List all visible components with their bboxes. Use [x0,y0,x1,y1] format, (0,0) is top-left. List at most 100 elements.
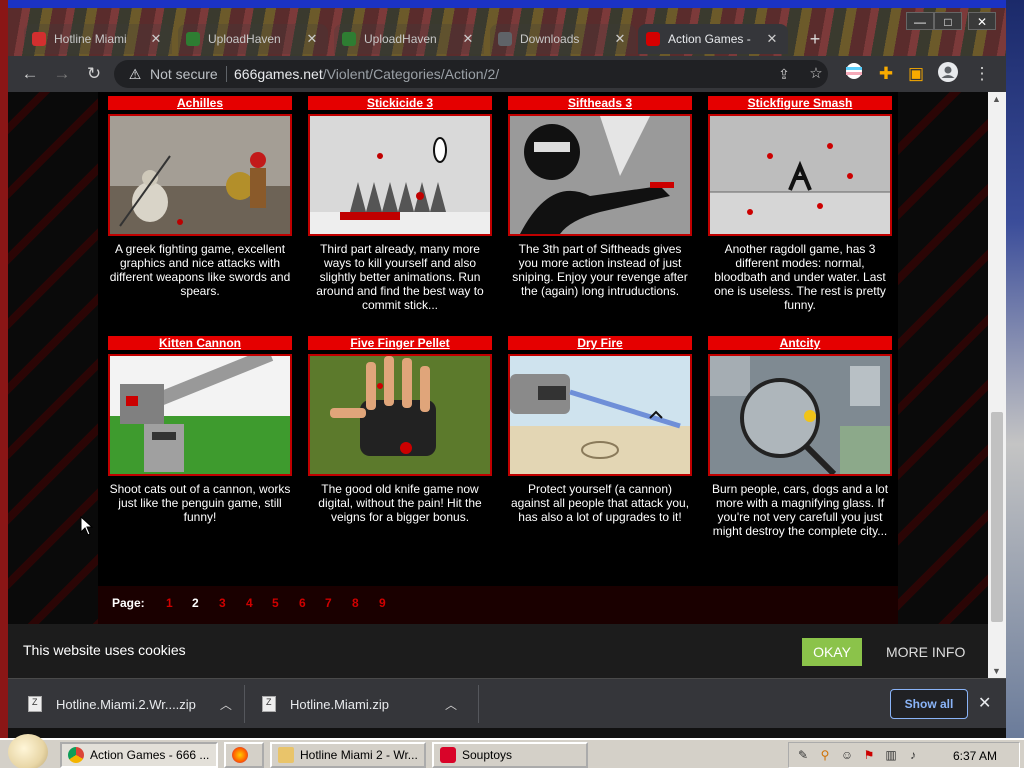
tab-uploadhaven-2[interactable]: UploadHaven ✕ [334,24,484,54]
address-bar[interactable]: ⚠ Not secure 666games.net/Violent/Catego… [114,60,828,88]
game-thumbnail-siftheads-3[interactable] [508,114,692,236]
uploadhaven-favicon-icon [342,32,356,46]
side-panel-icon[interactable]: ▣ [904,62,928,86]
downloads-bar: Hotline.Miami.2.Wr....zip ︿ Hotline.Miam… [8,678,1006,728]
tray-network-icon[interactable]: ▥ [883,747,899,763]
page-link-5[interactable]: 5 [272,596,279,610]
page-link-7[interactable]: 7 [325,596,332,610]
game-title-link[interactable]: Stickicide 3 [308,96,492,110]
forward-arrow-icon[interactable]: → [50,62,74,86]
taskbar-button-chrome[interactable]: Action Games - 666 ... [60,742,218,768]
tab-strip: Hotline Miami ✕ UploadHaven ✕ UploadHave… [8,8,1006,56]
tray-app-icon[interactable]: ✎ [795,747,811,763]
tray-search-icon[interactable]: ⚲ [817,747,833,763]
close-tab-icon[interactable]: ✕ [148,31,164,47]
tab-uploadhaven-1[interactable]: UploadHaven ✕ [178,24,328,54]
game-card-achilles: Achilles A greek fighting game, excellen… [108,96,292,298]
taskbar-button-label: Hotline Miami 2 - Wr... [300,748,418,762]
game-description: Another ragdoll game, has 3 different mo… [714,242,886,312]
game-thumbnail-stickicide-3[interactable] [308,114,492,236]
page-link-8[interactable]: 8 [352,596,359,610]
game-title-link[interactable]: Kitten Cannon [108,336,292,350]
page-scrollbar[interactable]: ▲ ▼ [988,92,1006,678]
not-secure-label[interactable]: Not secure [150,66,218,82]
page-link-1[interactable]: 1 [166,596,173,610]
tab-title: Action Games - [668,32,751,46]
reload-icon[interactable]: ↻ [82,62,106,86]
game-thumbnail-achilles[interactable] [108,114,292,236]
start-button[interactable] [8,734,48,768]
close-window-button[interactable]: ✕ [968,12,996,30]
game-title-link[interactable]: Achilles [108,96,292,110]
game-thumbnail-kitten-cannon[interactable] [108,354,292,476]
browser-window: Hotline Miami ✕ UploadHaven ✕ UploadHave… [8,8,1006,728]
tab-title: UploadHaven [208,32,281,46]
more-menu-icon[interactable]: ⋮ [970,62,994,86]
close-tab-icon[interactable]: ✕ [304,31,320,47]
download-item[interactable]: Hotline.Miami.2.Wr....zip ︿ [28,691,232,717]
close-tab-icon[interactable]: ✕ [764,31,780,47]
game-thumbnail-five-finger-pellet[interactable] [308,354,492,476]
share-icon[interactable]: ⇪ [772,62,796,86]
windows-taskbar: Action Games - 666 ... Hotline Miami 2 -… [0,734,1024,768]
system-tray: ✎ ⚲ ☺ ⚑ ▥ ♪ 6:37 AM [788,742,1020,768]
tab-hotline-miami[interactable]: Hotline Miami ✕ [24,24,172,54]
bookmark-star-icon[interactable]: ☆ [804,62,828,86]
666games-favicon-icon [646,32,660,46]
show-all-downloads-button[interactable]: Show all [890,689,968,719]
warning-triangle-icon[interactable]: ⚠ [126,65,144,83]
download-filename: Hotline.Miami.zip [290,696,389,712]
cookie-okay-button[interactable]: OKAY [802,638,862,666]
tray-smiley-icon[interactable]: ☺ [839,747,855,763]
game-card-kitten-cannon: Kitten Cannon Shoot cats out of a cannon… [108,336,292,524]
new-tab-button[interactable]: + [804,28,826,50]
game-title-link[interactable]: Dry Fire [508,336,692,350]
puzzle-extensions-icon[interactable]: ✚ [874,62,898,86]
taskbar-button-firefox[interactable] [224,742,264,768]
tab-downloads[interactable]: Downloads ✕ [490,24,636,54]
tray-volume-icon[interactable]: ♪ [905,747,921,763]
url-text[interactable]: 666games.net/Violent/Categories/Action/2… [234,66,499,82]
game-card-siftheads-3: Siftheads 3 The 3th part of Siftheads gi… [508,96,692,298]
chevron-up-icon[interactable]: ︿ [220,696,232,713]
minimize-icon: — [914,15,926,29]
chevron-up-icon[interactable]: ︿ [445,696,457,713]
zip-file-icon [262,696,276,712]
close-downloads-bar-icon[interactable]: ✕ [978,693,991,713]
game-thumbnail-stickfigure-smash[interactable] [708,114,892,236]
souptoys-icon [440,747,456,763]
taskbar-button-explorer[interactable]: Hotline Miami 2 - Wr... [270,742,426,768]
taskbar-clock[interactable]: 6:37 AM [953,749,997,763]
download-item[interactable]: Hotline.Miami.zip ︿ [262,691,457,717]
page-link-3[interactable]: 3 [219,596,226,610]
page-link-6[interactable]: 6 [299,596,306,610]
close-tab-icon[interactable]: ✕ [460,31,476,47]
scrollbar-thumb[interactable] [991,412,1003,622]
game-description: Third part already, many more ways to ki… [316,242,484,312]
profile-avatar-icon[interactable] [936,62,960,86]
back-arrow-icon[interactable]: ← [18,62,42,86]
url-path: /Violent/Categories/Action/2/ [322,66,500,82]
cookie-consent-bar: This website uses cookies OKAY MORE INFO [8,624,988,678]
game-title-link[interactable]: Stickfigure Smash [708,96,892,110]
game-title-link[interactable]: Antcity [708,336,892,350]
cookie-more-info-link[interactable]: MORE INFO [886,644,965,660]
maximize-button[interactable]: □ [934,12,962,30]
game-thumbnail-antcity[interactable] [708,354,892,476]
game-thumbnail-dry-fire[interactable] [508,354,692,476]
scroll-up-arrow-icon[interactable]: ▲ [992,94,1001,104]
extension-flag-icon[interactable] [842,62,866,86]
minimize-button[interactable]: — [906,12,934,30]
taskbar-button-souptoys[interactable]: Souptoys [432,742,588,768]
game-card-antcity: Antcity Burn people, cars, dogs and a lo… [708,336,892,538]
game-title-link[interactable]: Siftheads 3 [508,96,692,110]
close-tab-icon[interactable]: ✕ [612,31,628,47]
game-description: A greek fighting game, excellent graphic… [109,242,291,298]
scroll-down-arrow-icon[interactable]: ▼ [992,666,1001,676]
game-title-link[interactable]: Five Finger Pellet [308,336,492,350]
page-link-9[interactable]: 9 [379,596,386,610]
tab-action-games[interactable]: Action Games - ✕ [638,24,788,54]
tray-flag-icon[interactable]: ⚑ [861,747,877,763]
game-card-five-finger-pellet: Five Finger Pellet The good old knife ga… [308,336,492,524]
page-link-4[interactable]: 4 [246,596,253,610]
